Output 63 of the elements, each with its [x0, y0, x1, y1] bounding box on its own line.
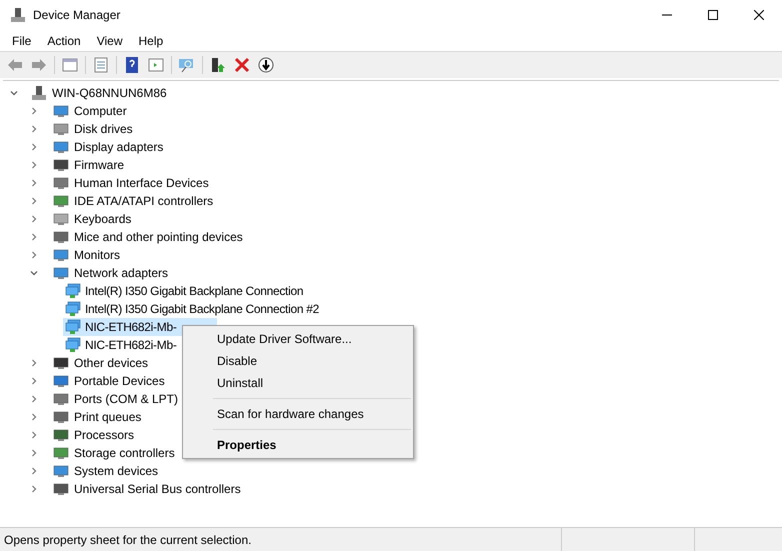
network-adapter-icon	[65, 337, 81, 353]
tree-item-label[interactable]: System devices	[74, 462, 158, 480]
network-adapter-icon	[65, 319, 81, 335]
monitor-icon	[53, 103, 69, 119]
close-icon	[754, 10, 764, 20]
expand-chevron-icon[interactable]	[29, 448, 39, 458]
expand-chevron-icon[interactable]	[29, 358, 39, 368]
tree-item-label[interactable]: Print queues	[74, 408, 142, 426]
tree-item-label[interactable]: Ports (COM & LPT)	[74, 390, 178, 408]
status-text: Opens property sheet for the current selection.	[3, 532, 252, 548]
window-title: Device Manager	[33, 7, 120, 24]
tree-item-label[interactable]: Network adapters	[74, 264, 168, 282]
expand-chevron-icon[interactable]	[29, 196, 39, 206]
context-menu-item[interactable]: Uninstall	[183, 372, 413, 394]
tree-item-label[interactable]: Disk drives	[74, 120, 133, 138]
expand-chevron-icon[interactable]	[29, 412, 39, 422]
tree-item-label[interactable]: Keyboards	[74, 210, 132, 228]
computer-tower-icon	[31, 85, 47, 101]
expand-chevron-icon[interactable]	[29, 124, 39, 134]
context-menu-item[interactable]: Properties	[183, 434, 413, 456]
tree-item-label[interactable]: Mice and other pointing devices	[74, 228, 243, 246]
tree-item-label[interactable]: Firmware	[74, 156, 124, 174]
expand-chevron-icon[interactable]	[29, 250, 39, 260]
tree-item-label[interactable]: Monitors	[74, 246, 120, 264]
tree-item[interactable]: NIC-ETH682i-Mb-	[63, 336, 179, 354]
expand-chevron-icon[interactable]	[29, 484, 39, 494]
expand-chevron-icon[interactable]	[29, 142, 39, 152]
collapse-chevron-icon[interactable]	[9, 88, 19, 98]
menu-item[interactable]: File	[4, 30, 40, 50]
maximize-icon	[708, 10, 718, 20]
tree-item-label: NIC-ETH682i-Mb-	[85, 337, 177, 354]
tree-item-label[interactable]: Universal Serial Bus controllers	[74, 480, 241, 498]
tree-item-label: NIC-ETH682i-Mb-	[85, 319, 177, 336]
app-icon	[10, 7, 26, 23]
context-menu-item[interactable]: Disable	[183, 350, 413, 372]
menu-item[interactable]: Action	[39, 30, 89, 50]
expand-chevron-icon[interactable]	[29, 232, 39, 242]
collapse-chevron-icon[interactable]	[29, 268, 39, 278]
tree-item-label[interactable]: Human Interface Devices	[74, 174, 209, 192]
expand-chevron-icon[interactable]	[29, 466, 39, 476]
tree-item-label[interactable]: Processors	[74, 426, 134, 444]
network-adapter-icon	[65, 283, 81, 299]
expand-chevron-icon[interactable]	[29, 214, 39, 224]
computer-icon	[53, 463, 69, 479]
tree-item-label: WIN-Q68NNUN6M86	[52, 85, 167, 102]
expand-chevron-icon[interactable]	[29, 430, 39, 440]
expand-chevron-icon[interactable]	[29, 160, 39, 170]
expand-chevron-icon[interactable]	[29, 376, 39, 386]
tree-root[interactable]: WIN-Q68NNUN6M86	[9, 84, 779, 102]
menu-item[interactable]: Help	[130, 30, 172, 50]
tree-item-label[interactable]: IDE ATA/ATAPI controllers	[74, 192, 214, 210]
menu-item[interactable]: View	[88, 30, 130, 50]
tree-item-label[interactable]: Other devices	[74, 354, 148, 372]
expand-chevron-icon[interactable]	[29, 178, 39, 188]
tree-item-label[interactable]: Storage controllers	[74, 444, 175, 462]
tree-item-label[interactable]: Display adapters	[74, 138, 164, 156]
context-menu-item[interactable]: Scan for hardware changes	[183, 403, 413, 425]
expand-chevron-icon[interactable]	[29, 106, 39, 116]
monitor-icon	[53, 247, 69, 263]
tree-item-label[interactable]: Computer	[74, 102, 127, 120]
network-adapter-icon	[65, 301, 81, 317]
expand-chevron-icon[interactable]	[29, 394, 39, 404]
tree-item-label[interactable]: Portable Devices	[74, 372, 165, 390]
